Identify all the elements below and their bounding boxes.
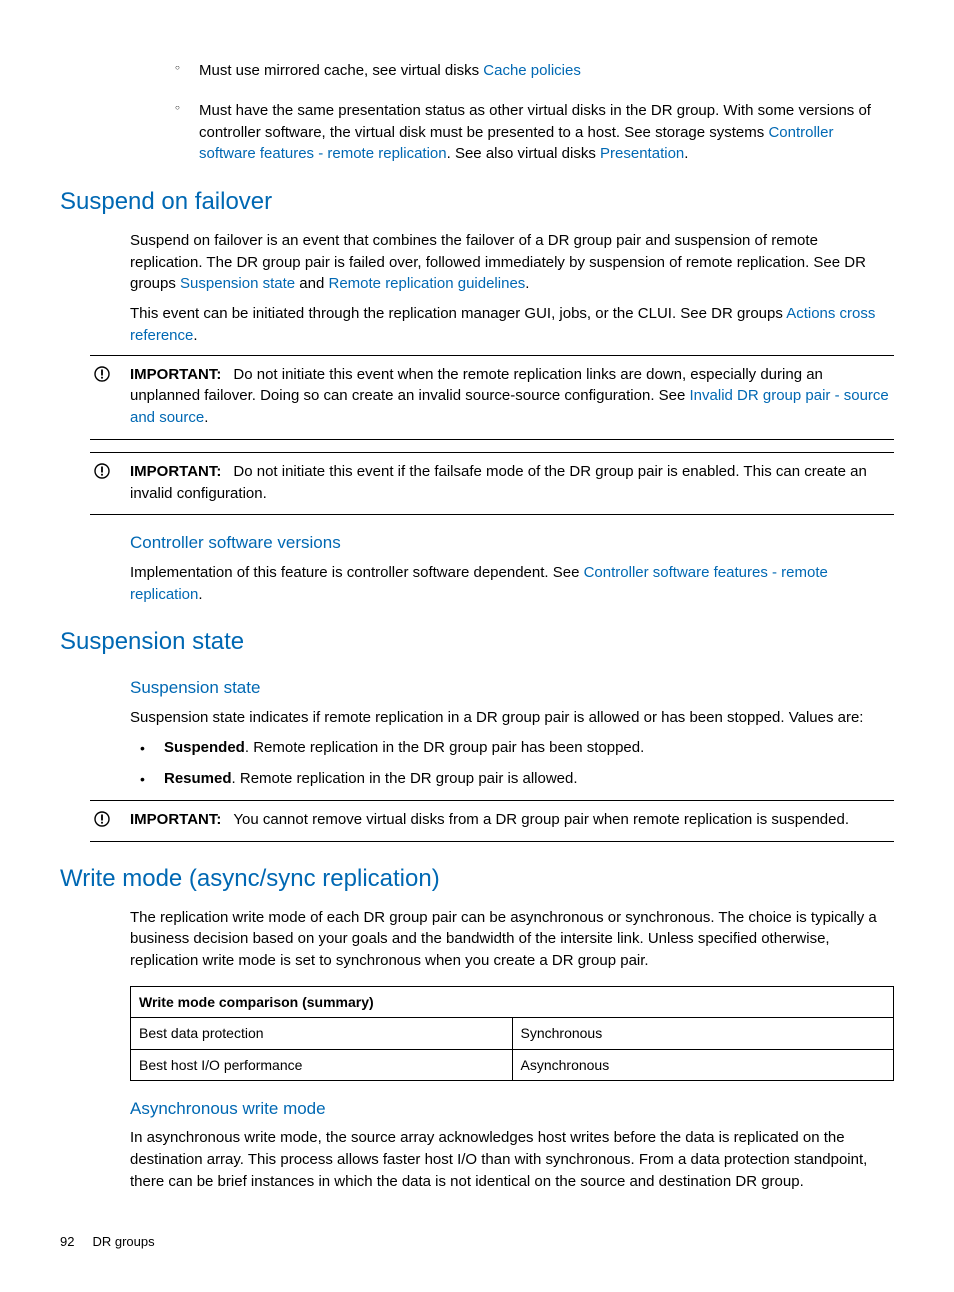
table-cell: Best data protection: [131, 1018, 513, 1049]
heading-suspend-on-failover: Suspend on failover: [60, 185, 894, 220]
table-cell: Asynchronous: [512, 1049, 894, 1080]
paragraph: Implementation of this feature is contro…: [130, 562, 894, 606]
text: This event can be initiated through the …: [130, 305, 786, 322]
important-icon: [94, 463, 110, 486]
table-header: Write mode comparison (summary): [131, 986, 894, 1017]
heading-write-mode: Write mode (async/sync replication): [60, 862, 894, 897]
link-suspension-state[interactable]: Suspension state: [180, 275, 295, 292]
label-suspended: Suspended: [164, 739, 245, 756]
important-note: IMPORTANT:Do not initiate this event if …: [90, 452, 894, 516]
label-resumed: Resumed: [164, 770, 232, 787]
text: and: [295, 275, 328, 292]
heading-suspension-state: Suspension state: [60, 625, 894, 660]
text: .: [204, 409, 208, 426]
text: . See also virtual disks: [447, 145, 600, 162]
text: Implementation of this feature is contro…: [130, 564, 584, 581]
page-footer: 92 DR groups: [60, 1233, 894, 1252]
list-item: Must use mirrored cache, see virtual dis…: [175, 60, 894, 82]
important-label: IMPORTANT:: [130, 811, 221, 828]
intro-bullets: Must use mirrored cache, see virtual dis…: [60, 60, 894, 165]
suspension-values-list: Suspended. Remote replication in the DR …: [60, 737, 894, 791]
link-cache-policies[interactable]: Cache policies: [483, 62, 581, 79]
list-item: Must have the same presentation status a…: [175, 100, 894, 165]
important-note: IMPORTANT:Do not initiate this event whe…: [90, 355, 894, 440]
subheading-suspension-state: Suspension state: [130, 676, 894, 701]
important-label: IMPORTANT:: [130, 366, 221, 383]
table-row: Write mode comparison (summary): [131, 986, 894, 1017]
paragraph: The replication write mode of each DR gr…: [130, 907, 894, 972]
paragraph: This event can be initiated through the …: [130, 303, 894, 347]
text: .: [684, 145, 688, 162]
important-label: IMPORTANT:: [130, 463, 221, 480]
link-presentation[interactable]: Presentation: [600, 145, 684, 162]
text: Must use mirrored cache, see virtual dis…: [199, 62, 483, 79]
page-number: 92: [60, 1234, 74, 1249]
important-note: IMPORTANT: You cannot remove virtual disk…: [90, 800, 894, 842]
text: .: [198, 586, 202, 603]
paragraph: In asynchronous write mode, the source a…: [130, 1127, 894, 1192]
subheading-controller-versions: Controller software versions: [130, 531, 894, 556]
subheading-async-write-mode: Asynchronous write mode: [130, 1097, 894, 1122]
paragraph: Suspend on failover is an event that com…: [130, 230, 894, 295]
text: .: [525, 275, 529, 292]
link-remote-replication-guidelines[interactable]: Remote replication guidelines: [329, 275, 526, 292]
list-item: Resumed. Remote replication in the DR gr…: [140, 768, 894, 790]
table-row: Best data protection Synchronous: [131, 1018, 894, 1049]
important-icon: [94, 811, 110, 834]
important-icon: [94, 366, 110, 389]
write-mode-comparison-table: Write mode comparison (summary) Best dat…: [130, 986, 894, 1081]
text: . Remote replication in the DR group pai…: [232, 770, 578, 787]
table-cell: Synchronous: [512, 1018, 894, 1049]
paragraph: Suspension state indicates if remote rep…: [130, 707, 894, 729]
list-item: Suspended. Remote replication in the DR …: [140, 737, 894, 759]
text: Do not initiate this event if the failsa…: [130, 463, 867, 502]
text: . Remote replication in the DR group pai…: [245, 739, 644, 756]
text: You cannot remove virtual disks from a D…: [233, 811, 849, 828]
text: .: [193, 327, 197, 344]
table-cell: Best host I/O performance: [131, 1049, 513, 1080]
table-row: Best host I/O performance Asynchronous: [131, 1049, 894, 1080]
footer-section: DR groups: [92, 1234, 154, 1249]
